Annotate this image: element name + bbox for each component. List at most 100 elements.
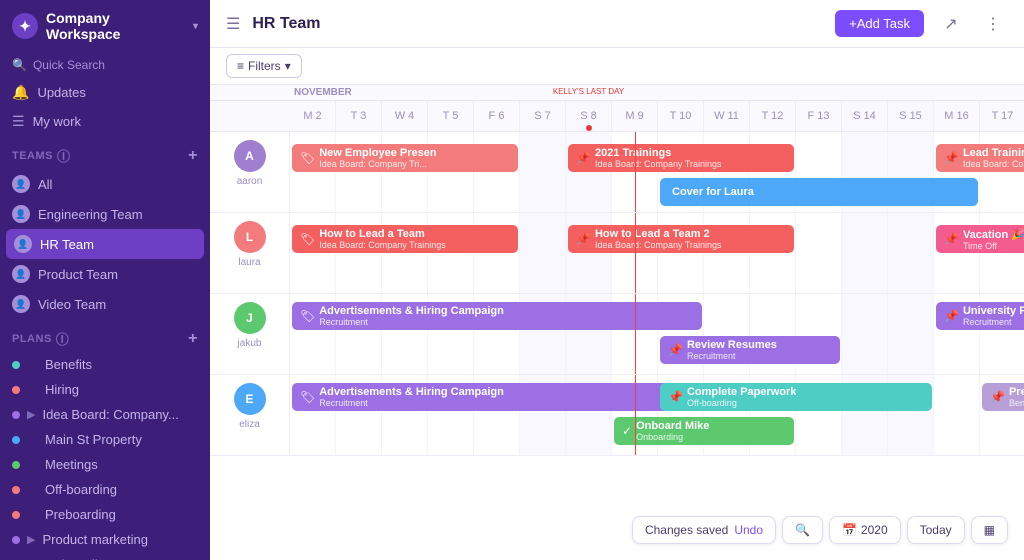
sidebar-team-hr[interactable]: 👤 HR Team [6,229,204,259]
teams-info-icon[interactable]: ⓘ [57,146,71,165]
quick-search[interactable]: 🔍 Quick Search [0,52,210,78]
sidebar-team-all[interactable]: 👤 All [0,169,210,199]
task-bar[interactable]: 📌 2021 Trainings Idea Board: Company Tra… [568,144,794,172]
plans-info-icon[interactable]: ⓘ [56,329,70,348]
task-info: Lead Training 2 with Whole Team Idea Boa… [963,147,1024,169]
day-label: F 13 [807,110,829,122]
grid-icon: ▦ [984,523,995,537]
person-timeline-area: 🏷 How to Lead a Team Idea Board: Company… [290,213,1024,293]
day-label: T 17 [992,110,1014,122]
plan-label: Benefits [45,357,92,372]
task-board: Idea Board: Company Trainings [595,159,722,169]
task-bar[interactable]: ✓ Onboard Mike Onboarding [614,417,794,445]
task-bar[interactable]: 📌 Complete Paperwork Off-boarding [660,383,932,411]
sidebar-plan-item[interactable]: Meetings [0,452,210,477]
day-column: S 14 [842,101,888,131]
plan-label: Product marketing [42,532,148,547]
task-bar[interactable]: 🏷 New Employee Presen Idea Board: Compan… [292,144,518,172]
person-avatar: J [234,302,266,334]
task-bar[interactable]: 📌 Lead Training 2 with Whole Team Idea B… [936,144,1024,172]
sidebar: ✦ Company Workspace ▾ 🔍 Quick Search 🔔 U… [0,0,210,560]
task-board: Idea Board: Company Trainings [595,240,722,250]
person-name: aaron [237,176,263,187]
undo-button[interactable]: Undo [734,523,763,537]
day-bg [888,213,934,293]
person-avatar: A [234,140,266,172]
teams-section-label: TEAMS ⓘ + [0,136,210,169]
sidebar-plan-item[interactable]: Off-boarding [0,477,210,502]
timeline-container[interactable]: NOVEMBER M 2T 3W 4T 5F 6S 7KELLY'S LAST … [210,85,1024,560]
task-board: Onboarding [636,432,709,442]
day-column: KELLY'S LAST DAYS 8 [566,101,612,131]
person-row: J jakub 🏷 Advertisements & Hiring Campai… [210,294,1024,375]
sidebar-plan-item[interactable]: Rebranding [0,552,210,560]
day-column: W 11 [704,101,750,131]
task-bar[interactable]: 🏷 How to Lead a Team Idea Board: Company… [292,225,518,253]
team-all-label: All [38,177,52,192]
person-avatar: L [234,221,266,253]
person-row: L laura 🏷 How to Lead a Team Idea Board:… [210,213,1024,294]
add-task-button[interactable]: +Add Task [835,10,924,37]
year-button[interactable]: 📅 2020 [829,516,901,544]
menu-icon[interactable]: ☰ [226,14,240,34]
team-hr-label: HR Team [40,237,94,252]
task-board: Idea Board: Company Trainings [319,240,446,250]
task-name: 2021 Trainings [595,147,722,159]
team-product-avatar: 👤 [12,265,30,283]
sidebar-plan-item[interactable]: Hiring [0,377,210,402]
task-icon: 📌 [944,309,959,323]
task-info: University Fair Recruitment [963,305,1024,327]
sidebar-plan-item[interactable]: Main St Property [0,427,210,452]
task-info: Advertisements & Hiring Campaign Recruit… [319,305,504,327]
team-hr-avatar: 👤 [14,235,32,253]
task-board: Recruitment [319,317,504,327]
sidebar-plan-item[interactable]: ▶ Product marketing [0,527,210,552]
sidebar-team-video[interactable]: 👤 Video Team [0,289,210,319]
task-bar[interactable]: 📌 Review Resumes Recruitment [660,336,840,364]
workspace-name: Company Workspace [46,10,185,42]
day-column: F 6 [474,101,520,131]
task-bar[interactable]: 🏷 Advertisements & Hiring Campaign Recru… [292,383,702,411]
more-options-icon[interactable]: ⋮ [978,9,1008,39]
filters-button[interactable]: ≡ Filters ▾ [226,54,302,78]
sidebar-plan-item[interactable]: Benefits [0,352,210,377]
task-bar[interactable]: 📌 Prepare Company Gym Memberships Benefi… [982,383,1024,411]
task-bar[interactable]: 📌 University Fair Recruitment [936,302,1024,330]
day-bg [796,213,842,293]
person-avatar: E [234,383,266,415]
plan-label: Meetings [45,457,98,472]
zoom-button[interactable]: 🔍 [782,516,823,544]
sidebar-team-engineering[interactable]: 👤 Engineering Team [0,199,210,229]
day-column: M 9 [612,101,658,131]
sidebar-team-product[interactable]: 👤 Product Team [0,259,210,289]
plan-color-dot [12,411,20,419]
day-label: S 14 [853,110,876,122]
plan-label: Off-boarding [45,482,117,497]
person-timeline-area: 🏷 Advertisements & Hiring Campaign Recru… [290,375,1024,455]
task-bar[interactable]: 📌 Vacation 🎉 Time Off [936,225,1024,253]
sidebar-plan-item[interactable]: ▶ Idea Board: Company... [0,402,210,427]
sidebar-plan-item[interactable]: Preboarding [0,502,210,527]
task-bar[interactable]: Cover for Laura [660,178,978,206]
teams-add-icon[interactable]: + [188,147,198,165]
task-bar[interactable]: 🏷 Advertisements & Hiring Campaign Recru… [292,302,702,330]
workspace-header[interactable]: ✦ Company Workspace ▾ [0,0,210,52]
zoom-icon: 🔍 [795,523,810,537]
task-name: Lead Training 2 with Whole Team [963,147,1024,159]
mywork-label: My work [33,114,81,129]
task-bar[interactable]: 📌 How to Lead a Team 2 Idea Board: Compa… [568,225,794,253]
plans-add-icon[interactable]: + [188,330,198,348]
task-icon: ✓ [622,424,632,438]
task-board: Idea Board: Company Trainings [963,159,1024,169]
team-video-label: Video Team [38,297,106,312]
search-label: Quick Search [33,58,105,72]
task-icon: 🏷 [300,309,315,323]
plan-label: Preboarding [45,507,116,522]
task-board: Recruitment [687,351,777,361]
sidebar-item-mywork[interactable]: ☰ My work [0,107,210,136]
grid-view-button[interactable]: ▦ [971,516,1008,544]
day-label: M 9 [625,110,643,122]
today-button[interactable]: Today [907,516,965,544]
share-icon[interactable]: ↗ [936,9,966,39]
sidebar-item-updates[interactable]: 🔔 Updates [0,78,210,107]
